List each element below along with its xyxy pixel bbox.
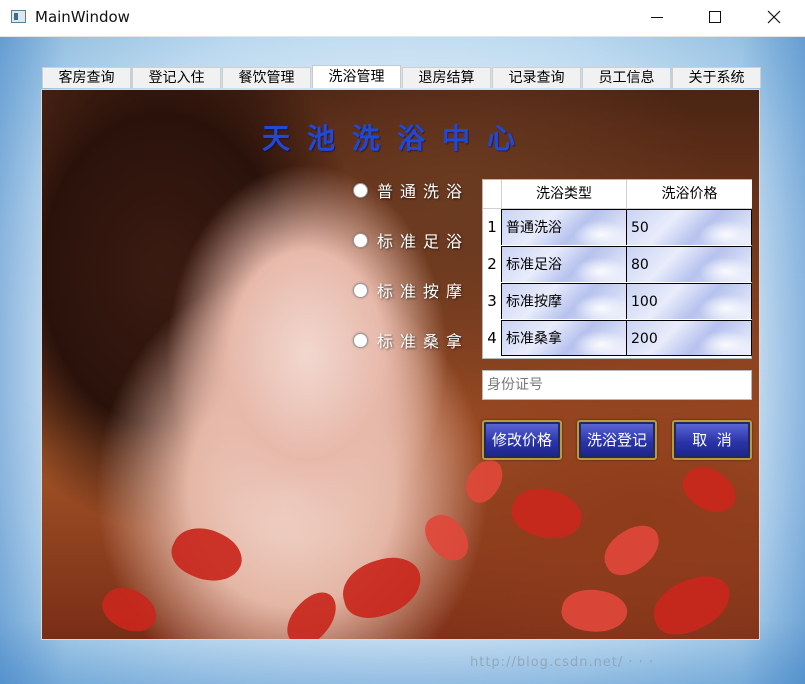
bath-register-button[interactable]: 洗浴登记 (577, 420, 657, 460)
radio-button-icon[interactable] (353, 232, 368, 248)
radio-option-foot-bath[interactable]: 标准足浴 (353, 229, 469, 251)
radio-label: 标准按摩 (377, 282, 470, 301)
radio-option-regular-bath[interactable]: 普通洗浴 (353, 179, 469, 201)
tab-about[interactable]: 关于系统 (672, 67, 761, 88)
radio-label: 标准足浴 (377, 232, 470, 251)
table-cell-type[interactable]: 标准桑拿 (501, 320, 626, 356)
table-cell-price[interactable]: 200 (626, 320, 752, 356)
petal-decoration (277, 584, 347, 639)
radio-label: 普通洗浴 (377, 182, 470, 201)
minimize-icon (651, 16, 663, 18)
tab-dining[interactable]: 餐饮管理 (222, 67, 311, 88)
row-header[interactable]: 4 (483, 320, 501, 356)
radio-option-massage[interactable]: 标准按摩 (353, 279, 469, 301)
close-icon (767, 10, 781, 24)
petal-decoration (95, 577, 164, 639)
petal-decoration (505, 479, 589, 549)
close-button[interactable] (745, 0, 803, 34)
bath-price-table[interactable]: 洗浴类型 洗浴价格 1 普通洗浴 50 2 标准足浴 80 3 标准按摩 100… (482, 179, 752, 359)
radio-button-icon[interactable] (353, 282, 368, 298)
petal-decoration (418, 507, 476, 569)
tab-room-query[interactable]: 客房查询 (42, 67, 131, 88)
tab-check-in[interactable]: 登记入住 (132, 67, 221, 88)
table-cell-type[interactable]: 标准按摩 (501, 283, 626, 319)
tab-staff[interactable]: 员工信息 (582, 67, 671, 88)
app-window-icon (11, 10, 26, 23)
modify-price-button[interactable]: 修改价格 (482, 420, 562, 460)
id-number-input[interactable] (482, 370, 752, 400)
petal-decoration (164, 517, 250, 593)
table-cell-price[interactable]: 100 (626, 283, 752, 319)
tab-bar: 客房查询 登记入住 餐饮管理 洗浴管理 退房结算 记录查询 员工信息 关于系统 (42, 65, 762, 89)
cancel-button[interactable]: 取 消 (672, 420, 752, 460)
table-corner (483, 180, 501, 209)
table-cell-type[interactable]: 标准足浴 (501, 246, 626, 282)
column-header-price[interactable]: 洗浴价格 (626, 180, 752, 209)
column-header-type[interactable]: 洗浴类型 (501, 180, 626, 209)
petal-decoration (558, 584, 631, 638)
radio-label: 标准桑拿 (377, 332, 470, 351)
petal-decoration (336, 550, 428, 625)
table-cell-type[interactable]: 普通洗浴 (501, 209, 626, 245)
petal-decoration (457, 453, 512, 509)
row-header[interactable]: 2 (483, 246, 501, 282)
row-header[interactable]: 3 (483, 283, 501, 319)
tab-records[interactable]: 记录查询 (492, 67, 581, 88)
tab-checkout[interactable]: 退房结算 (402, 67, 491, 88)
background-watermark: http://blog.csdn.net/ · · · (470, 655, 655, 670)
title-bar: MainWindow (0, 0, 805, 37)
petal-decoration (645, 567, 739, 639)
petal-decoration (675, 457, 744, 523)
page-title: 天池洗浴中心 (262, 122, 533, 155)
table-cell-price[interactable]: 80 (626, 246, 752, 282)
table-cell-price[interactable]: 50 (626, 209, 752, 245)
maximize-icon (709, 11, 721, 23)
radio-button-icon[interactable] (353, 332, 368, 348)
window-title: MainWindow (35, 8, 130, 26)
bath-management-page: 天池洗浴中心 普通洗浴 标准足浴 标准按摩 标准桑拿 洗浴类型 洗浴价格 1 普… (41, 89, 760, 640)
row-header[interactable]: 1 (483, 209, 501, 245)
radio-button-icon[interactable] (353, 182, 368, 198)
tab-bath-management[interactable]: 洗浴管理 (312, 65, 401, 88)
petal-decoration (596, 517, 668, 583)
maximize-button[interactable] (686, 0, 744, 34)
minimize-button[interactable] (628, 0, 686, 34)
radio-option-sauna[interactable]: 标准桑拿 (353, 329, 469, 351)
